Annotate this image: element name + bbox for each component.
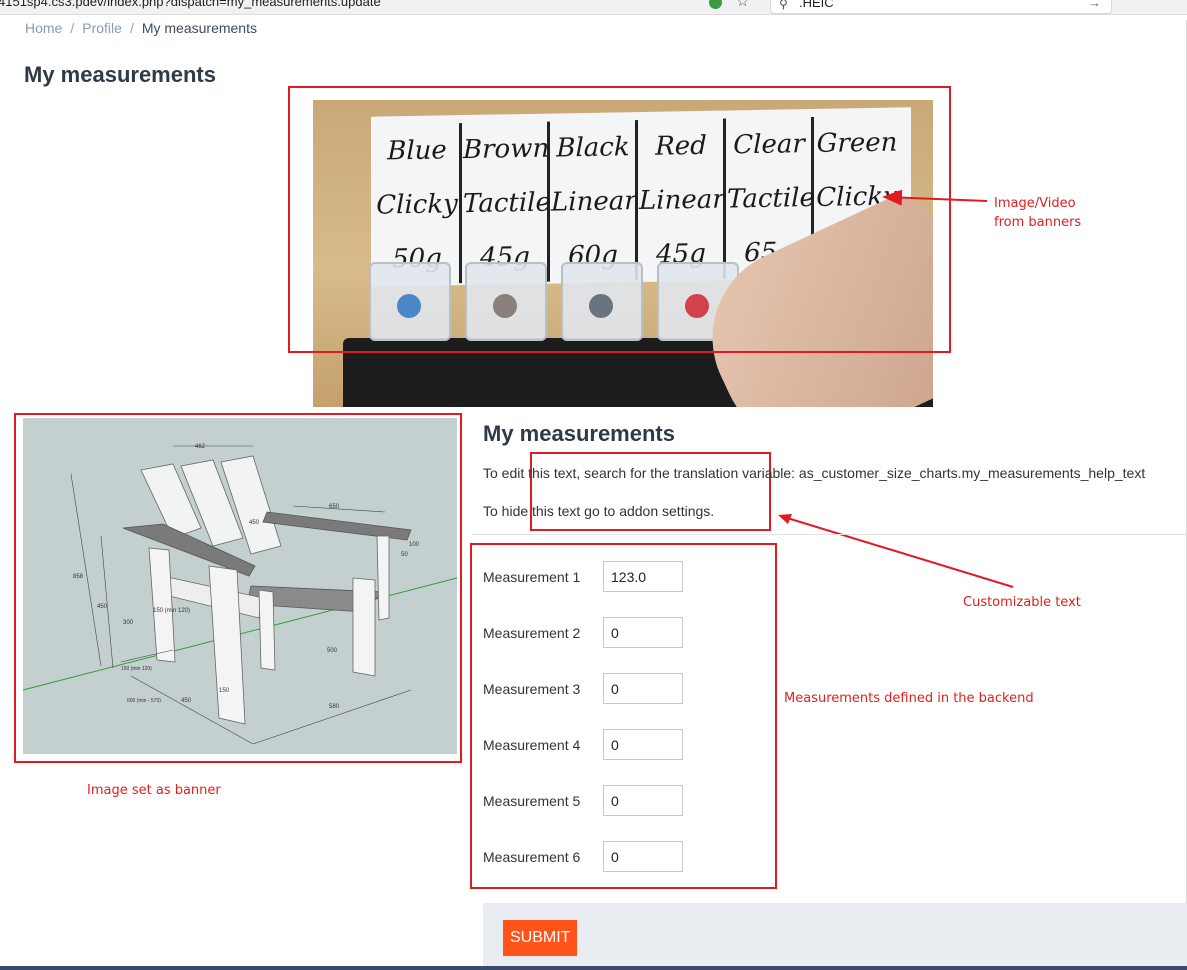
- measurement-label: Measurement 1: [483, 569, 581, 585]
- annotation-arrows: [778, 189, 1014, 588]
- measurement-row: Measurement 6: [483, 841, 693, 873]
- measurement-row: Measurement 2: [483, 617, 693, 649]
- measurement-label: Measurement 6: [483, 849, 581, 865]
- measurement-row: Measurement 5: [483, 785, 693, 817]
- annotation-measurements-backend: Measurements defined in the backend: [784, 691, 1034, 706]
- measurement-input[interactable]: [603, 617, 683, 648]
- annotation-image-banner: Image set as banner: [87, 783, 221, 798]
- measurement-input[interactable]: [603, 785, 683, 816]
- footer-border: [0, 966, 1187, 970]
- form-actions-bar: SUBMIT: [483, 903, 1187, 970]
- divider: [472, 534, 1187, 535]
- measurement-label: Measurement 3: [483, 681, 581, 697]
- section-title: My measurements: [483, 421, 675, 446]
- measurement-input[interactable]: [603, 729, 683, 760]
- arrow-banner: [882, 189, 988, 206]
- arrow-help-text: [783, 516, 1014, 588]
- measurement-label: Measurement 5: [483, 793, 581, 809]
- measurement-label: Measurement 2: [483, 625, 581, 641]
- annotation-customizable-text: Customizable text: [963, 595, 1081, 610]
- measurement-label: Measurement 4: [483, 737, 581, 753]
- help-text-translation: To edit this text, search for the transl…: [483, 465, 1146, 481]
- arrow-help-text-head: [778, 514, 792, 524]
- help-text-hide: To hide this text go to addon settings.: [483, 503, 715, 519]
- measurement-input[interactable]: [603, 673, 683, 704]
- measurement-row: Measurement 3: [483, 673, 693, 705]
- annotation-image-video-line2: from banners: [994, 215, 1082, 230]
- submit-button[interactable]: SUBMIT: [503, 920, 578, 956]
- measurement-input[interactable]: [603, 561, 683, 592]
- measurement-row: Measurement 4: [483, 729, 693, 761]
- measurement-input[interactable]: [603, 841, 683, 872]
- annotation-image-video-line1: Image/Video: [994, 196, 1076, 211]
- measurement-row: Measurement 1: [483, 561, 693, 593]
- annotation-image-video: Image/Video from banners: [994, 194, 1081, 232]
